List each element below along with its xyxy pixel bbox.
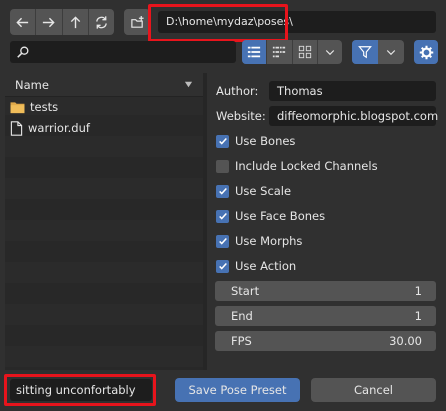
settings-button[interactable] <box>414 40 438 64</box>
arrow-up-icon <box>70 15 80 28</box>
sort-descending-icon <box>184 81 193 88</box>
name-column-label: Name <box>15 77 49 92</box>
use-action-checkbox[interactable]: Use Action <box>216 257 296 275</box>
checkbox-label: Use Action <box>235 259 297 273</box>
start-frame-field[interactable]: Start 1 <box>215 281 436 301</box>
parent-directory-button[interactable] <box>63 9 89 35</box>
new-folder-icon <box>130 15 144 28</box>
website-label: Website: <box>216 109 266 123</box>
end-frame-field[interactable]: End 1 <box>215 306 436 326</box>
checkbox-checked-icon <box>216 134 229 148</box>
filter-toggle-button[interactable] <box>352 40 378 64</box>
use-morphs-checkbox[interactable]: Use Morphs <box>216 232 302 250</box>
end-label: End <box>231 309 253 323</box>
author-label: Author: <box>216 84 259 98</box>
vertical-list-icon <box>248 46 261 58</box>
horizontal-list-icon <box>273 46 286 58</box>
back-button[interactable] <box>10 9 37 35</box>
checkbox-unchecked-icon <box>216 159 229 173</box>
checkbox-label: Use Scale <box>235 184 292 198</box>
cancel-button[interactable]: Cancel <box>311 378 436 402</box>
chevron-down-icon <box>325 50 335 56</box>
filter-icon <box>358 46 372 59</box>
new-folder-button[interactable] <box>124 9 150 35</box>
list-item[interactable]: tests <box>10 97 200 117</box>
gear-icon <box>419 45 433 59</box>
display-settings-dropdown[interactable] <box>318 40 342 64</box>
refresh-button[interactable] <box>89 9 114 35</box>
file-name: warrior.duf <box>28 121 90 135</box>
chevron-down-icon <box>386 50 396 56</box>
end-value: 1 <box>414 309 422 323</box>
search-input[interactable] <box>10 41 236 63</box>
forward-button[interactable] <box>36 9 63 35</box>
fps-label: FPS <box>231 334 252 348</box>
checkbox-label: Use Bones <box>235 134 296 148</box>
file-name: tests <box>30 100 59 114</box>
checkbox-label: Use Morphs <box>235 234 303 248</box>
file-icon <box>10 120 23 136</box>
checkbox-checked-icon <box>216 259 229 273</box>
checkbox-label: Include Locked Channels <box>235 159 378 173</box>
thumbnails-button[interactable] <box>293 40 318 64</box>
horizontal-list-button[interactable] <box>267 40 293 64</box>
name-column-header[interactable]: Name <box>5 73 203 97</box>
fps-field[interactable]: FPS 30.00 <box>215 331 436 351</box>
save-pose-preset-button[interactable]: Save Pose Preset <box>175 378 300 402</box>
start-label: Start <box>231 284 260 298</box>
display-mode-group <box>242 40 342 64</box>
arrow-right-icon <box>43 17 56 27</box>
checkbox-checked-icon <box>216 184 229 198</box>
search-icon <box>17 46 29 58</box>
arrow-left-icon <box>16 17 29 27</box>
filter-group <box>352 40 404 64</box>
use-scale-checkbox[interactable]: Use Scale <box>216 182 291 200</box>
filename-input[interactable]: sitting unconfortably <box>10 379 152 401</box>
fps-value: 30.00 <box>389 334 422 348</box>
directory-path-input[interactable]: D:\home\mydaz\poses\ <box>158 11 436 33</box>
include-locked-channels-checkbox[interactable]: Include Locked Channels <box>216 157 378 175</box>
thumbnails-icon <box>298 45 311 59</box>
use-face-bones-checkbox[interactable]: Use Face Bones <box>216 207 325 225</box>
list-item[interactable]: warrior.duf <box>10 118 200 138</box>
navigation-button-group <box>10 9 114 35</box>
checkbox-checked-icon <box>216 234 229 248</box>
author-field[interactable]: Thomas <box>269 81 436 101</box>
use-bones-checkbox[interactable]: Use Bones <box>216 132 295 150</box>
refresh-icon <box>96 15 107 29</box>
website-field[interactable]: diffeomorphic.blogspot.com <box>269 106 438 126</box>
pane-divider[interactable] <box>203 73 207 370</box>
filter-settings-dropdown[interactable] <box>378 40 404 64</box>
checkbox-label: Use Face Bones <box>235 209 326 223</box>
folder-icon <box>10 101 25 113</box>
checkbox-checked-icon <box>216 209 229 223</box>
start-value: 1 <box>414 284 422 298</box>
vertical-list-button[interactable] <box>242 40 268 64</box>
